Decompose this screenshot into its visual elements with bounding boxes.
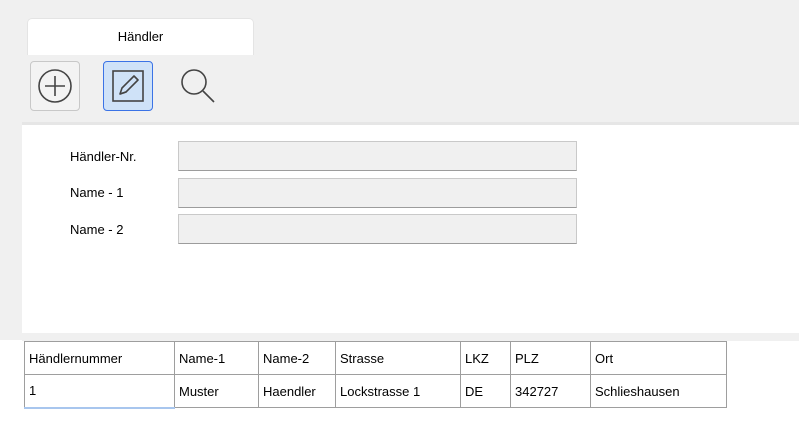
cell-strasse[interactable]: Lockstrasse 1 [335, 374, 461, 408]
haendler-table: Händlernummer Name-1 Name-2 Strasse LKZ … [24, 341, 727, 409]
left-gutter [0, 0, 22, 340]
name-1-input[interactable] [178, 178, 577, 208]
magnifier-icon [181, 69, 215, 103]
column-header-ort[interactable]: Ort [590, 341, 727, 375]
cell-ort[interactable]: Schlieshausen [590, 374, 727, 408]
search-button[interactable] [173, 61, 223, 111]
haendler-nr-label: Händler-Nr. [70, 149, 137, 164]
column-header-plz[interactable]: PLZ [510, 341, 591, 375]
form-divider [22, 333, 799, 341]
cell-haendlernummer[interactable]: 1 [24, 374, 175, 409]
edit-button[interactable] [103, 61, 153, 111]
column-header-haendlernummer[interactable]: Händlernummer [24, 341, 175, 375]
name-1-label: Name - 1 [70, 185, 124, 200]
cell-name-1[interactable]: Muster [174, 374, 259, 408]
name-2-input[interactable] [178, 214, 577, 244]
table-row[interactable]: 1 Muster Haendler Lockstrasse 1 DE 34272… [24, 374, 727, 409]
app-window: Händler Händler-Nr. Name - 1 Name - 2 Hä… [0, 0, 799, 433]
plus-circle-icon [38, 69, 72, 103]
column-header-name-1[interactable]: Name-1 [174, 341, 259, 375]
column-header-lkz[interactable]: LKZ [460, 341, 511, 375]
column-header-name-2[interactable]: Name-2 [258, 341, 336, 375]
tab-haendler[interactable]: Händler [27, 18, 254, 55]
table-header-row: Händlernummer Name-1 Name-2 Strasse LKZ … [24, 341, 727, 375]
haendler-nr-input[interactable] [178, 141, 577, 171]
tab-label: Händler [117, 29, 164, 44]
pencil-edit-icon [112, 70, 144, 102]
name-2-label: Name - 2 [70, 222, 124, 237]
cell-lkz[interactable]: DE [460, 374, 511, 408]
add-button[interactable] [30, 61, 80, 111]
column-header-strasse[interactable]: Strasse [335, 341, 461, 375]
cell-plz[interactable]: 342727 [510, 374, 591, 408]
cell-name-2[interactable]: Haendler [258, 374, 336, 408]
toolbar [22, 55, 799, 123]
toolbar-divider [22, 122, 799, 125]
